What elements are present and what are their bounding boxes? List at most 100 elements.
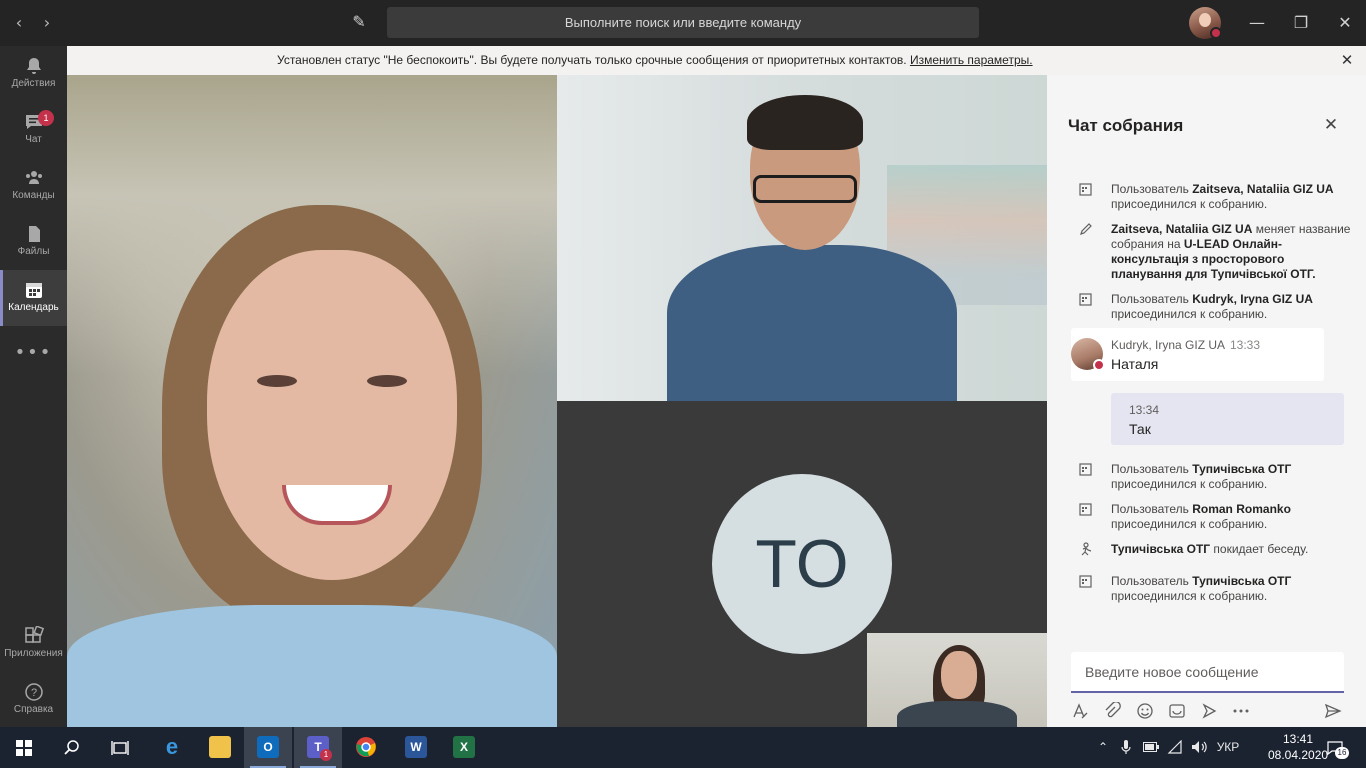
calendar-join-icon: [1078, 502, 1094, 518]
title-bar: ‹ › ✎ Выполните поиск или введите команд…: [0, 0, 1366, 46]
clock-time: 13:41: [1282, 732, 1314, 746]
close-window-button[interactable]: ✕: [1333, 11, 1357, 35]
word-icon: W: [405, 736, 427, 758]
event-text: присоединился к собранию.: [1111, 197, 1268, 211]
rail-label: Календарь: [8, 302, 59, 313]
windows-taskbar: e O T 1 W X ⌃ УКР 13:41 08.04.2020 16: [0, 727, 1366, 768]
participant-placeholder-tile: TO: [557, 401, 1047, 727]
rail-item-help[interactable]: ? Справка: [0, 672, 67, 728]
input-language[interactable]: УКР: [1212, 727, 1244, 768]
chat-message-incoming[interactable]: Kudryk, Iryna GIZ UA 13:33 Наталя: [1071, 328, 1324, 381]
forward-arrow-icon[interactable]: ›: [36, 12, 58, 34]
start-button[interactable]: [0, 727, 48, 768]
calendar-join-icon: [1078, 292, 1094, 308]
chat-event: Zaitseva, Nataliia GIZ UA меняет названи…: [1073, 222, 1353, 282]
chat-event: Пользователь Zaitseva, Nataliia GIZ UA п…: [1073, 182, 1353, 212]
taskbar-clock[interactable]: 13:41 08.04.2020: [1268, 731, 1328, 763]
taskbar-word[interactable]: W: [392, 727, 440, 768]
back-arrow-icon[interactable]: ‹: [8, 12, 30, 34]
change-settings-link[interactable]: Изменить параметры.: [910, 53, 1033, 67]
rail-item-calendar[interactable]: Календарь: [0, 270, 67, 326]
maximize-button[interactable]: ❐: [1289, 11, 1313, 35]
teams-icon: [25, 171, 42, 184]
search-command-box[interactable]: Выполните поиск или введите команду: [387, 7, 979, 38]
show-hidden-icons[interactable]: ⌃: [1094, 727, 1112, 768]
files-icon: [28, 226, 40, 242]
svg-text:?: ?: [30, 687, 36, 699]
close-chat-icon[interactable]: ✕: [1321, 115, 1341, 135]
clock-date: 08.04.2020: [1268, 748, 1329, 762]
task-view-icon: [111, 741, 129, 755]
event-user-name: Roman Romanko: [1192, 502, 1291, 516]
taskbar-excel[interactable]: X: [440, 727, 488, 768]
do-not-disturb-status-icon: [1093, 359, 1105, 371]
chat-panel-title: Чат собрания: [1068, 116, 1184, 135]
chat-event: Тупичівська ОТГ покидает беседу.: [1073, 542, 1353, 557]
taskbar-teams[interactable]: T 1: [294, 727, 342, 768]
sticker-icon[interactable]: [1166, 702, 1188, 724]
message-text: Наталя: [1111, 356, 1159, 372]
emoji-icon[interactable]: [1134, 702, 1156, 724]
participant-video-secondary: [557, 75, 1047, 401]
event-user-name: Тупичівська ОТГ: [1111, 542, 1211, 556]
taskbar-file-explorer[interactable]: [196, 727, 244, 768]
taskbar-outlook[interactable]: O: [244, 727, 292, 768]
minimize-button[interactable]: —: [1245, 11, 1269, 35]
compose-box[interactable]: [1071, 652, 1344, 693]
rail-label: Приложения: [4, 648, 63, 659]
more-options-icon[interactable]: [1230, 702, 1252, 724]
edge-icon: e: [165, 734, 179, 759]
task-view-button[interactable]: [96, 727, 144, 768]
microphone-icon[interactable]: [1118, 727, 1134, 768]
wifi-icon[interactable]: [1166, 727, 1184, 768]
teams-window: ‹ › ✎ Выполните поиск или введите команд…: [0, 0, 1366, 768]
event-text: присоединился к собранию.: [1111, 307, 1268, 321]
teams-badge: 1: [320, 749, 332, 761]
event-text: Пользователь: [1111, 292, 1193, 306]
excel-icon: X: [453, 736, 475, 758]
banner-close-icon[interactable]: ✕: [1338, 46, 1356, 75]
event-text: Пользователь: [1111, 182, 1193, 196]
event-user-name: Тупичівська ОТГ: [1192, 462, 1292, 476]
taskbar-search-button[interactable]: [48, 727, 96, 768]
event-text: присоединился к собранию.: [1111, 589, 1268, 603]
meeting-chat-panel: Чат собрания ✕ Пользователь Zaitseva, Na…: [1047, 75, 1366, 727]
message-time: 13:33: [1230, 338, 1261, 352]
chat-message-outgoing[interactable]: 13:34 Так: [1111, 393, 1344, 445]
message-input[interactable]: [1085, 661, 1335, 683]
search-icon: [64, 740, 79, 755]
send-icon[interactable]: [1322, 702, 1344, 724]
more-apps-icon[interactable]: •••: [0, 342, 67, 363]
chat-event: Пользователь Тупичівська ОТГ присоединил…: [1073, 574, 1353, 604]
notification-count-badge: 16: [1335, 747, 1349, 759]
event-text: присоединился к собранию.: [1111, 517, 1268, 531]
rail-label: Справка: [13, 704, 54, 715]
banner-message: Установлен статус "Не беспокоить". Вы бу…: [277, 53, 910, 67]
taskbar-chrome[interactable]: [342, 727, 390, 768]
banner-text: Установлен статус "Не беспокоить". Вы бу…: [277, 46, 1033, 75]
rail-item-chat[interactable]: 1 Чат: [0, 102, 67, 158]
rail-label: Команды: [12, 190, 55, 201]
chat-unread-badge: 1: [38, 110, 54, 126]
rail-label: Файлы: [17, 246, 50, 257]
rail-item-files[interactable]: Файлы: [0, 214, 67, 270]
meet-now-icon[interactable]: [1198, 702, 1220, 724]
event-user-name: Тупичівська ОТГ: [1192, 574, 1292, 588]
event-user-name: Zaitseva, Nataliia GIZ UA: [1111, 222, 1253, 236]
leave-icon: [1078, 542, 1094, 558]
rail-item-apps[interactable]: Приложения: [0, 616, 67, 672]
chrome-icon: [356, 737, 376, 757]
taskbar-edge[interactable]: e: [148, 727, 196, 768]
attach-icon[interactable]: [1101, 701, 1123, 724]
chat-event: Пользователь Kudryk, Iryna GIZ UA присое…: [1073, 292, 1353, 322]
chat-event: Пользователь Roman Romanko присоединился…: [1073, 502, 1353, 532]
battery-icon[interactable]: [1142, 727, 1160, 768]
calendar-join-icon: [1078, 574, 1094, 590]
volume-icon[interactable]: [1190, 727, 1208, 768]
start-icon: [16, 740, 32, 756]
rail-item-teams[interactable]: Команды: [0, 158, 67, 214]
format-icon[interactable]: [1069, 702, 1091, 724]
new-chat-icon[interactable]: ✎: [348, 11, 370, 33]
rail-item-activity[interactable]: Действия: [0, 46, 67, 102]
calendar-join-icon: [1078, 182, 1094, 198]
